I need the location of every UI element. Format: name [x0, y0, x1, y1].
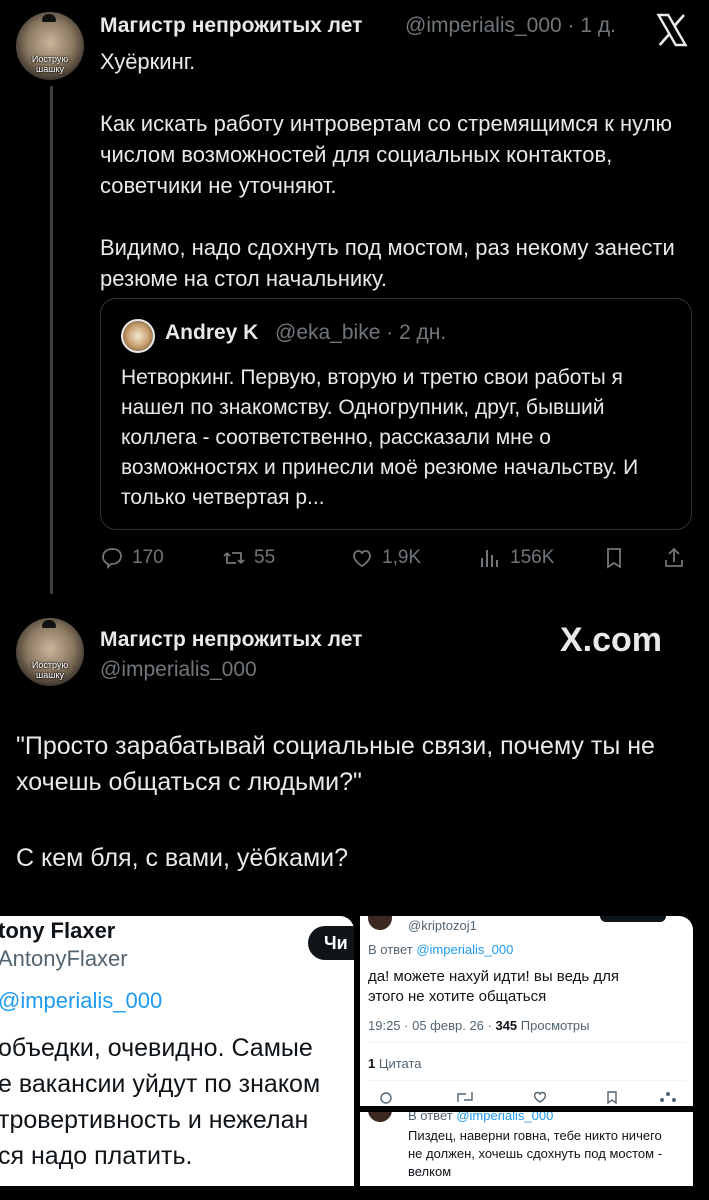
shot-rt-action-icons	[380, 1090, 680, 1105]
shot-left-name: tony Flaxer	[0, 918, 116, 943]
shot-rb-avatar	[368, 1112, 392, 1122]
shot-rt-quotes: 1 Цитата	[368, 1056, 422, 1071]
views-button[interactable]: 156K	[478, 546, 554, 570]
author-handle-time[interactable]: @imperialis_000 · 1 д.	[405, 12, 616, 40]
like-icon	[353, 550, 371, 568]
shot-left-handle: AntonyFlaxer	[0, 946, 128, 971]
shot-rb-text-1: Пиздец, наверни говна, тебе никто ничего	[408, 1128, 662, 1143]
shot-left-line-1: объедки, очевидно. Самые	[0, 1034, 313, 1062]
bookmark-icon	[607, 548, 621, 569]
views-count: 156K	[510, 547, 555, 568]
shot-rt-divider-2	[368, 1080, 686, 1081]
avatar-caption-line-1: Иострую	[31, 54, 69, 64]
like-button[interactable]: 1,9K	[350, 546, 421, 570]
embedded-screenshot-right-bottom[interactable]: В ответ @imperialis_000 Пиздец, наверни …	[360, 1112, 693, 1186]
quote-author-avatar	[121, 319, 155, 353]
shot-rt-quotes-label: Цитата	[378, 1056, 422, 1071]
author-avatar-2[interactable]: Иострую шашку	[16, 618, 84, 686]
reply-count: 170	[132, 547, 164, 568]
avatar-cap-shape	[42, 14, 56, 22]
avatar-caption: Иострую шашку	[16, 54, 84, 74]
quote-text: Нетворкинг. Первую, вторую и третю свои …	[121, 366, 639, 509]
repost-button[interactable]: 55	[222, 546, 275, 570]
shot-rt-meta: 19:25 · 05 февр. 26 · 345 Просмотры	[368, 1018, 590, 1033]
post2-paragraph-1: "Просто зарабатывай социальные связи, по…	[16, 732, 655, 796]
avatar-caption-line-1: Иострую	[31, 660, 69, 670]
shot-rt-reply-prefix: В ответ	[368, 942, 413, 957]
share-icon	[665, 547, 683, 567]
quote-author-handle-time: @eka_bike · 2 дн.	[275, 321, 447, 344]
shot-rt-avatar	[368, 916, 392, 930]
thread-line	[50, 86, 53, 594]
shot-left-follow-button: Чи	[308, 926, 354, 960]
share-button[interactable]	[662, 546, 686, 570]
author-name[interactable]: Магистр непрожитых лет	[100, 12, 362, 40]
shot-rb-text-3: велком	[408, 1164, 452, 1179]
post-paragraph-1: Хуёркинг.	[100, 49, 196, 74]
shot-rt-text-1: да! можете нахуй идти! вы ведь для	[368, 968, 619, 985]
x-com-watermark: X.com	[560, 621, 663, 659]
author-name-2[interactable]: Магистр непрожитых лет	[100, 626, 362, 654]
shot-rt-quotes-count: 1	[368, 1056, 376, 1071]
author-handle-2[interactable]: @imperialis_000	[100, 656, 257, 684]
embedded-screenshot-left[interactable]: tony Flaxer AntonyFlaxer Чи @imperialis_…	[0, 916, 354, 1186]
reply-button[interactable]: 170	[100, 546, 164, 570]
avatar-caption-line-2: шашку	[36, 64, 64, 74]
shot-rb-reply-handle: @imperialis_000	[456, 1112, 554, 1123]
shot-rt-views-count: 345	[495, 1018, 518, 1033]
shot-left-mention: @imperialis_000	[0, 988, 163, 1013]
shot-rt-divider	[368, 1042, 686, 1043]
shot-rt-handle: @kriptozoj1	[408, 918, 477, 933]
shot-rb-text-2: не должен, хочешь сдохнуть под мостом -	[408, 1146, 663, 1161]
shot-left-line-3: тровертивность и нежелан	[0, 1106, 309, 1134]
shot-rb-reply-prefix: В ответ	[408, 1112, 453, 1123]
reply-icon	[102, 548, 122, 570]
bookmark-button[interactable]	[602, 546, 626, 570]
repost-icon	[223, 552, 245, 564]
post2-paragraph-2: С кем бля, с вами, уёбками?	[16, 844, 349, 872]
post-paragraph-2: Как искать работу интровертам со стремящ…	[100, 111, 673, 198]
views-icon	[481, 550, 498, 567]
like-count: 1,9K	[382, 547, 422, 568]
avatar-caption-line-2: шашку	[36, 670, 64, 680]
avatar-cap-shape	[42, 620, 56, 628]
post-paragraph-3: Видимо, надо сдохнуть под мостом, раз не…	[100, 235, 675, 291]
shot-rb-reply-to: В ответ @imperialis_000	[408, 1112, 553, 1123]
shot-left-line-2: е вакансии уйдут по знаком	[0, 1070, 321, 1098]
post-text: Хуёркинг. Как искать работу интровертам …	[100, 46, 690, 294]
repost-count: 55	[254, 547, 276, 568]
author-avatar[interactable]: Иострую шашку	[16, 12, 84, 80]
quote-author-name: Andrey K	[165, 321, 259, 344]
shot-rt-reply-handle: @imperialis_000	[416, 942, 514, 957]
shot-rt-button-edge	[600, 916, 666, 922]
shot-rt-views-label: Просмотры	[520, 1018, 590, 1033]
shot-rt-reply-to: В ответ @imperialis_000	[368, 942, 513, 957]
avatar-caption: Иострую шашку	[16, 660, 84, 680]
x-logo-icon[interactable]	[652, 12, 692, 48]
shot-left-line-4: ся надо платить.	[0, 1142, 193, 1170]
embedded-screenshot-right-top[interactable]: @kriptozoj1 В ответ @imperialis_000 да! …	[360, 916, 693, 1106]
quoted-post-card[interactable]: Andrey K @eka_bike · 2 дн. Нетворкинг. П…	[100, 298, 692, 530]
shot-rt-text-2: этого не хотите общаться	[368, 988, 547, 1005]
shot-rt-meta-prefix: 19:25 · 05 февр. 26 ·	[368, 1018, 492, 1033]
